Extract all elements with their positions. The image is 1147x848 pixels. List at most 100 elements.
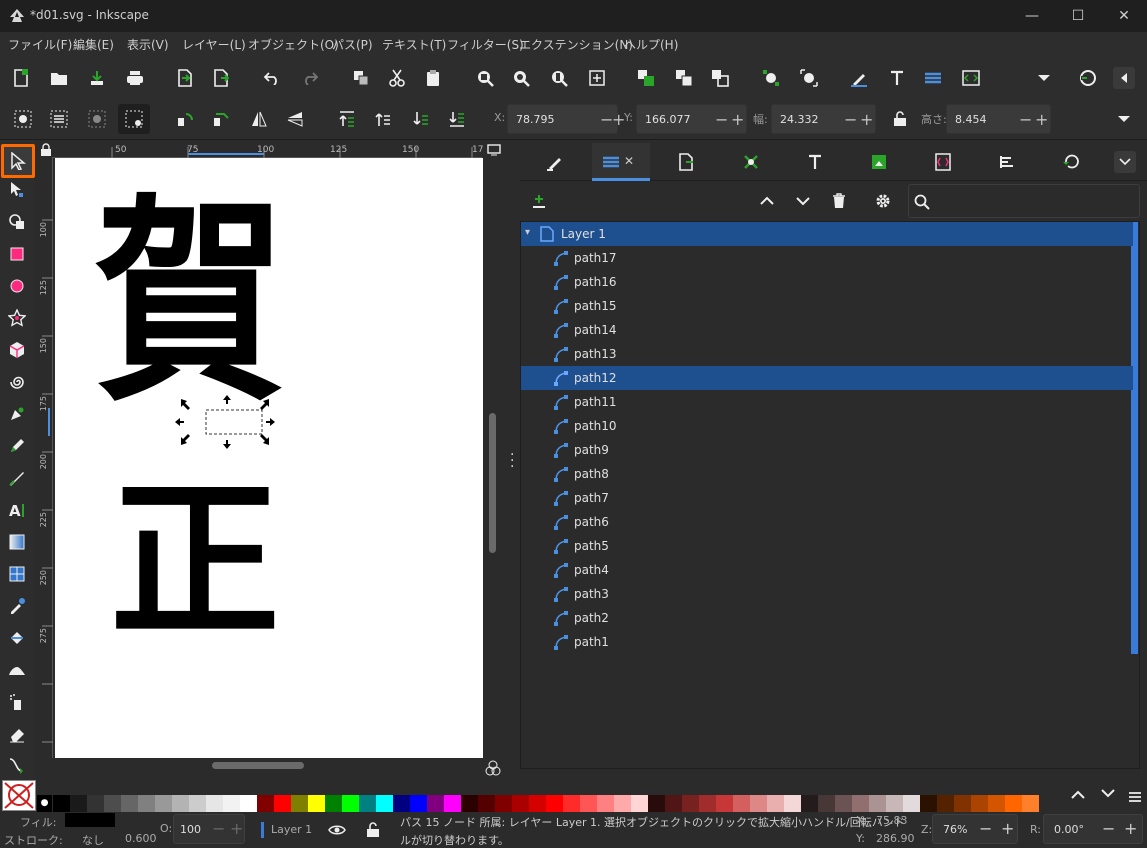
gradient-tool[interactable] bbox=[5, 530, 29, 554]
list-item[interactable]: path5 bbox=[521, 534, 1133, 558]
lock-object-icon[interactable] bbox=[673, 67, 695, 89]
settings-gear-icon[interactable] bbox=[872, 190, 894, 212]
list-item[interactable]: path11 bbox=[521, 390, 1133, 414]
current-layer-label[interactable]: Layer 1 bbox=[271, 823, 312, 836]
color-swatch[interactable] bbox=[546, 795, 563, 812]
color-swatch[interactable] bbox=[665, 795, 682, 812]
menu-object[interactable]: オブジェクト(O) bbox=[248, 36, 339, 53]
open-file-icon[interactable] bbox=[48, 67, 70, 89]
color-swatch[interactable] bbox=[257, 795, 274, 812]
list-item[interactable]: path7 bbox=[521, 486, 1133, 510]
color-swatch[interactable] bbox=[189, 795, 206, 812]
list-item[interactable]: path15 bbox=[521, 294, 1133, 318]
color-swatch[interactable] bbox=[682, 795, 699, 812]
color-swatch[interactable] bbox=[53, 795, 70, 812]
pen-tool[interactable] bbox=[5, 402, 29, 426]
opacity-decrement[interactable]: − bbox=[212, 819, 225, 838]
zoom-decrement[interactable]: − bbox=[979, 819, 992, 838]
flip-horizontal-icon[interactable] bbox=[248, 108, 270, 130]
eraser-tool[interactable] bbox=[5, 722, 29, 746]
color-swatch[interactable] bbox=[461, 795, 478, 812]
y-increment[interactable]: + bbox=[731, 110, 744, 129]
zoom-field[interactable]: 76% − + bbox=[932, 814, 1018, 844]
color-swatch[interactable] bbox=[359, 795, 376, 812]
color-swatch[interactable] bbox=[733, 795, 750, 812]
rotation-field[interactable]: 0.00° − + bbox=[1043, 814, 1143, 844]
3d-box-tool[interactable] bbox=[5, 338, 29, 362]
canvas-page[interactable]: 賀 正 bbox=[55, 158, 483, 758]
rotation-increment[interactable]: + bbox=[1124, 819, 1137, 838]
color-swatch[interactable] bbox=[580, 795, 597, 812]
color-swatch[interactable] bbox=[104, 795, 121, 812]
color-swatch[interactable] bbox=[240, 795, 257, 812]
color-swatch[interactable] bbox=[716, 795, 733, 812]
zoom-increment[interactable]: + bbox=[1001, 819, 1014, 838]
selection-handles[interactable] bbox=[175, 395, 285, 455]
menu-view[interactable]: 表示(V) bbox=[127, 36, 169, 53]
list-item[interactable]: path1 bbox=[521, 630, 1133, 654]
color-swatch[interactable] bbox=[869, 795, 886, 812]
list-item[interactable]: path16 bbox=[521, 270, 1133, 294]
maximize-button[interactable]: ☐ bbox=[1055, 0, 1101, 32]
rotate-cw-icon[interactable] bbox=[210, 108, 232, 130]
snap-toggle-icon[interactable] bbox=[1077, 67, 1099, 89]
color-swatch[interactable] bbox=[393, 795, 410, 812]
color-manage-icon[interactable] bbox=[485, 760, 501, 779]
color-swatch[interactable] bbox=[87, 795, 104, 812]
palette-menu-icon[interactable] bbox=[1124, 786, 1146, 808]
list-item[interactable]: path4 bbox=[521, 558, 1133, 582]
color-swatch[interactable] bbox=[529, 795, 546, 812]
selector-tool[interactable] bbox=[1, 144, 35, 178]
node-tool[interactable] bbox=[5, 178, 29, 202]
spray-tool[interactable] bbox=[5, 690, 29, 714]
mesh-tool[interactable] bbox=[5, 562, 29, 586]
menu-help[interactable]: ヘルプ(H) bbox=[624, 36, 678, 53]
canvas-vertical-scrollbar[interactable] bbox=[489, 413, 496, 553]
color-swatch[interactable] bbox=[444, 795, 461, 812]
color-swatch[interactable] bbox=[376, 795, 393, 812]
menu-text[interactable]: テキスト(T) bbox=[382, 36, 446, 53]
zoom-drawing-icon[interactable] bbox=[510, 67, 532, 89]
calligraphy-tool[interactable] bbox=[5, 466, 29, 490]
list-item[interactable]: path3 bbox=[521, 582, 1133, 606]
color-swatch[interactable] bbox=[750, 795, 767, 812]
tweak-tool[interactable] bbox=[5, 658, 29, 682]
rotation-decrement[interactable]: − bbox=[1102, 819, 1115, 838]
more-controls-icon[interactable] bbox=[1113, 108, 1135, 130]
stroke-value[interactable]: なし bbox=[82, 832, 104, 848]
duplicate-icon[interactable] bbox=[350, 67, 372, 89]
layers-icon[interactable] bbox=[922, 67, 944, 89]
raise-icon[interactable] bbox=[372, 108, 394, 130]
palette-scroll-up-icon[interactable] bbox=[1067, 784, 1089, 806]
expand-arrow-icon[interactable]: ▾ bbox=[525, 227, 530, 238]
y-decrement[interactable]: − bbox=[715, 110, 728, 129]
y-input[interactable] bbox=[637, 105, 746, 133]
color-swatch[interactable] bbox=[427, 795, 444, 812]
menu-layer[interactable]: レイヤー(L) bbox=[182, 36, 246, 53]
height-increment[interactable]: + bbox=[1035, 110, 1048, 129]
print-icon[interactable] bbox=[124, 67, 146, 89]
color-swatch[interactable] bbox=[308, 795, 325, 812]
redo-icon[interactable] bbox=[299, 67, 321, 89]
menu-path[interactable]: パス(P) bbox=[332, 36, 373, 53]
layers-tab[interactable]: ✕ bbox=[592, 143, 650, 181]
color-swatch[interactable] bbox=[121, 795, 138, 812]
menu-file[interactable]: ファイル(F) bbox=[8, 36, 72, 53]
transform-icon[interactable] bbox=[798, 67, 820, 89]
opacity-field[interactable]: 100 − + bbox=[173, 814, 245, 844]
undo-history-icon[interactable] bbox=[1060, 151, 1082, 173]
menu-extensions[interactable]: エクステンション(N) bbox=[519, 36, 633, 53]
color-swatch[interactable] bbox=[512, 795, 529, 812]
color-swatch[interactable] bbox=[291, 795, 308, 812]
xml-tab-icon[interactable] bbox=[932, 151, 954, 173]
snap-options-icon[interactable] bbox=[1113, 67, 1135, 89]
pencil-tool[interactable] bbox=[5, 434, 29, 458]
layers-search-input[interactable] bbox=[908, 184, 1140, 218]
menu-filters[interactable]: フィルター(S) bbox=[447, 36, 524, 53]
color-swatch[interactable] bbox=[937, 795, 954, 812]
layers-tab-close[interactable]: ✕ bbox=[624, 154, 634, 168]
color-swatch[interactable] bbox=[988, 795, 1005, 812]
ellipse-tool[interactable] bbox=[5, 274, 29, 298]
import-icon[interactable] bbox=[174, 67, 196, 89]
shape-builder-tool[interactable] bbox=[5, 210, 29, 234]
